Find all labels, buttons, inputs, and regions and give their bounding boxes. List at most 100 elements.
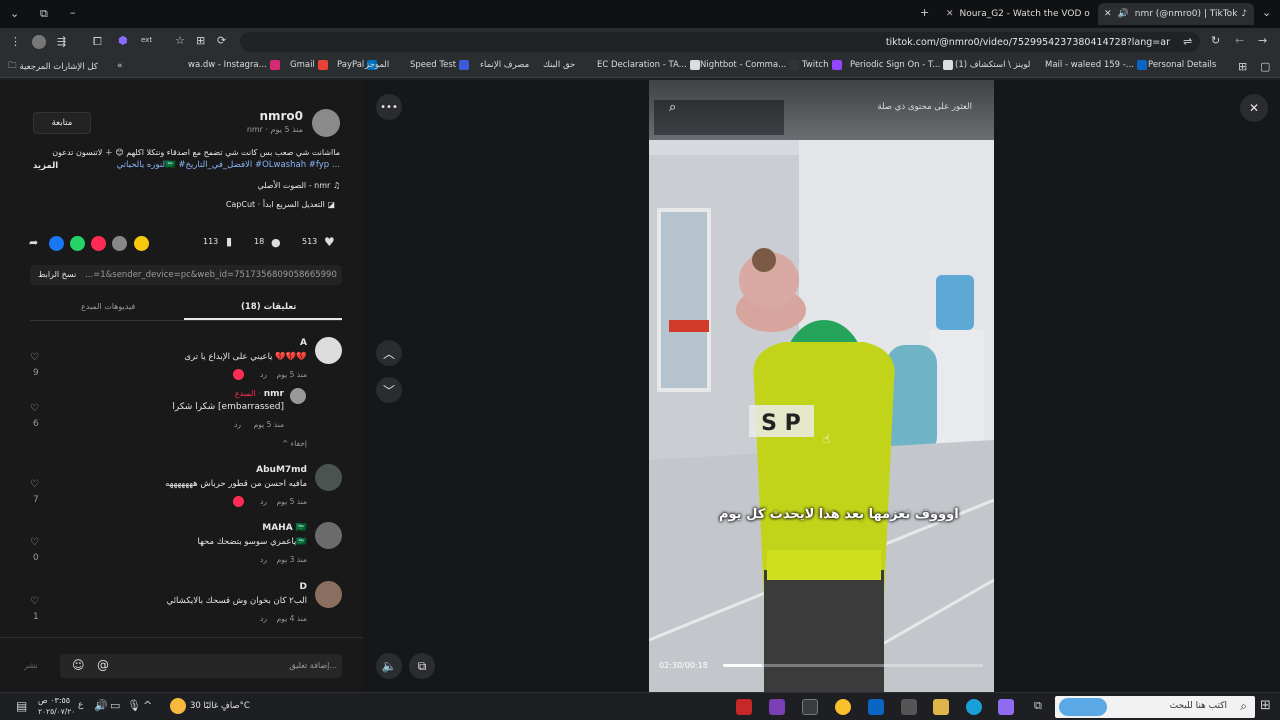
comment-username[interactable]: D [300,582,307,592]
app-icon[interactable] [802,699,818,715]
bookmark-icon[interactable]: ▮ [226,235,232,248]
reload-icon[interactable]: ↻ [1211,34,1220,47]
extensions-puzzle-icon[interactable]: ⧠ [93,35,102,49]
chevron-up-icon[interactable]: ︿ [376,340,402,366]
comment-username[interactable]: AbuM7md [256,465,307,475]
weather-text[interactable]: صافٍ غالبًا 30°C [190,701,250,711]
follow-button[interactable]: متابعة [33,112,91,134]
share-tiktok-icon[interactable] [91,236,106,251]
clock-date[interactable]: ٢٠٢٥/٠٧/٢٠ [38,707,75,716]
file-explorer-icon[interactable] [933,699,949,715]
heart-outline-icon[interactable]: ♡ [30,403,39,414]
comment-icon[interactable]: ● [271,236,281,249]
menu-icon[interactable]: ⋮ [10,35,21,48]
store-icon[interactable] [901,699,917,715]
avatar[interactable] [312,109,340,137]
close-icon[interactable]: ✕ [1240,94,1268,122]
bookmark-almojaz[interactable]: الموجز [365,60,389,70]
bookmark-alinma[interactable]: مصرف الإنماء [480,60,529,70]
heart-outline-icon[interactable]: ♡ [30,596,39,607]
mention-icon[interactable]: @ [97,658,109,672]
video-progress-track[interactable] [723,664,983,667]
shield-icon[interactable]: ⬢ [118,34,128,47]
video-search-placeholder[interactable]: العثور على محتوى ذي صلة [877,102,972,112]
bookmark-speedtest[interactable]: Speed Test [410,60,470,70]
profile-avatar[interactable] [32,35,46,49]
post-comment-button[interactable]: نشر [24,661,38,670]
reply-button[interactable]: رد [260,614,267,623]
tab-noura[interactable]: ✕ Noura_G2 - Watch the VOD on [940,3,1090,25]
extension-ext-icon[interactable]: ext [141,36,152,44]
comment-username[interactable]: A [300,338,307,348]
chevron-up-icon[interactable]: ^ [143,699,152,712]
copy-link-button[interactable]: نسخ الرابط [38,270,76,279]
reply-button[interactable]: رد [260,370,267,379]
tab-tiktok[interactable]: ✕ 🔊 nmr (@nmro0) | TikTok ♪ [1098,3,1254,25]
bookmark-page-icon[interactable]: ▢ [1260,60,1270,73]
share-arrow-icon[interactable]: ➦ [29,236,38,249]
address-bar[interactable]: tiktok.com/@nmro0/video/7529954237380414… [240,32,1200,52]
outlook-icon[interactable] [868,699,884,715]
heart-outline-icon[interactable]: ♡ [30,352,39,363]
window-restore-icon[interactable]: ⧉ [40,7,48,21]
caption-line2[interactable]: لنوره يالحياتي🇸🇦 #الافضل_في_التاريخ #OLw… [117,160,340,170]
reply-button[interactable]: رد [260,497,267,506]
clock-time[interactable]: ٠٣:٥٥ ص [38,696,70,705]
more-options-icon[interactable]: ••• [376,94,402,120]
taskbar-search-box[interactable]: اكتب هنا للبحث ⌕ [1055,696,1255,718]
install-app-icon[interactable]: ⊞ [196,34,205,47]
chrome-icon[interactable] [835,699,851,715]
bookmark-mail[interactable]: Mail - waleed 159 -... [1045,60,1147,70]
extension-icon[interactable]: ⇶ [57,35,66,48]
bookmark-periodic-sign-on[interactable]: Periodic Sign On - T... [850,60,954,70]
bookmark-ec-declaration[interactable]: EC Declaration - TA... [597,60,700,70]
chevron-down-icon[interactable]: ﹀ [376,377,402,403]
reply-button[interactable]: رد [234,420,241,429]
emoji-icon[interactable]: ☺ [72,658,85,672]
task-view-icon[interactable]: ⧉ [1034,699,1042,713]
bookmark-twitch[interactable]: Twitch [802,60,842,70]
bookmark-gmail[interactable]: Gmail [290,60,328,70]
avatar[interactable] [315,337,342,364]
bookmark-nightbot[interactable]: Nightbot - Comma... [700,60,800,70]
windows-start-icon[interactable]: ⊞ [1260,698,1271,713]
share-link-icon[interactable] [112,236,127,251]
forward-icon[interactable]: ← [1235,34,1244,47]
network-icon[interactable]: ▭ [110,699,120,712]
notification-icon[interactable]: ▤ [16,699,27,713]
chevron-down-icon[interactable]: ⌄ [10,7,19,20]
bookmark-personal-details[interactable]: Personal Details [1148,60,1216,70]
avatar[interactable] [315,581,342,608]
avatar[interactable] [315,522,342,549]
heart-outline-icon[interactable]: ♡ [30,537,39,548]
site-settings-icon[interactable]: ⇌ [1183,35,1192,48]
heart-outline-icon[interactable]: ♡ [30,479,39,490]
bookmark-star-icon[interactable]: ☆ [175,34,185,47]
search-icon[interactable]: ⌕ [669,100,676,115]
speaker-icon[interactable]: 🔊 [94,699,108,712]
reply-button[interactable]: رد [260,555,267,564]
bookmark-explore[interactable]: (1) لوينز \ استكشاف [955,60,1030,70]
volume-icon[interactable]: 🔈 [376,653,402,679]
app-icon[interactable] [736,699,752,715]
sound-link[interactable]: الصوت الأصلي - nmr ♫ [257,181,340,190]
reply-username[interactable]: المبدع · nmr [235,389,284,399]
avatar[interactable] [290,388,306,404]
facebook-icon[interactable] [49,236,64,251]
close-tab-icon[interactable]: ✕ [946,9,954,19]
tab-search-icon[interactable]: ⌄ [1262,6,1271,19]
new-tab-icon[interactable]: + [920,6,929,19]
tab-creator-videos[interactable]: فيديوهات المبدع [81,302,135,311]
microphone-icon[interactable]: 🎙 [127,699,141,712]
capcut-link[interactable]: CapCut · التعديل السريع ابدأ ◪ [226,200,335,209]
hide-replies-button[interactable]: ^ إخفاء [282,439,307,448]
audio-playing-icon[interactable]: 🔊 [1118,9,1129,19]
video-player[interactable]: S P ⌕ العثور على محتوى ذي صلة اوووف تعزم… [649,80,994,692]
whatsapp-icon[interactable] [70,236,85,251]
comment-username[interactable]: MAHA 🇸🇦 [262,523,307,533]
username[interactable]: nmro0 [259,109,303,123]
share-icon[interactable]: ⟳ [217,34,226,47]
app-icon[interactable] [769,699,785,715]
heart-icon[interactable]: ♥ [324,235,335,249]
more-bookmarks-icon[interactable]: « [117,61,123,71]
